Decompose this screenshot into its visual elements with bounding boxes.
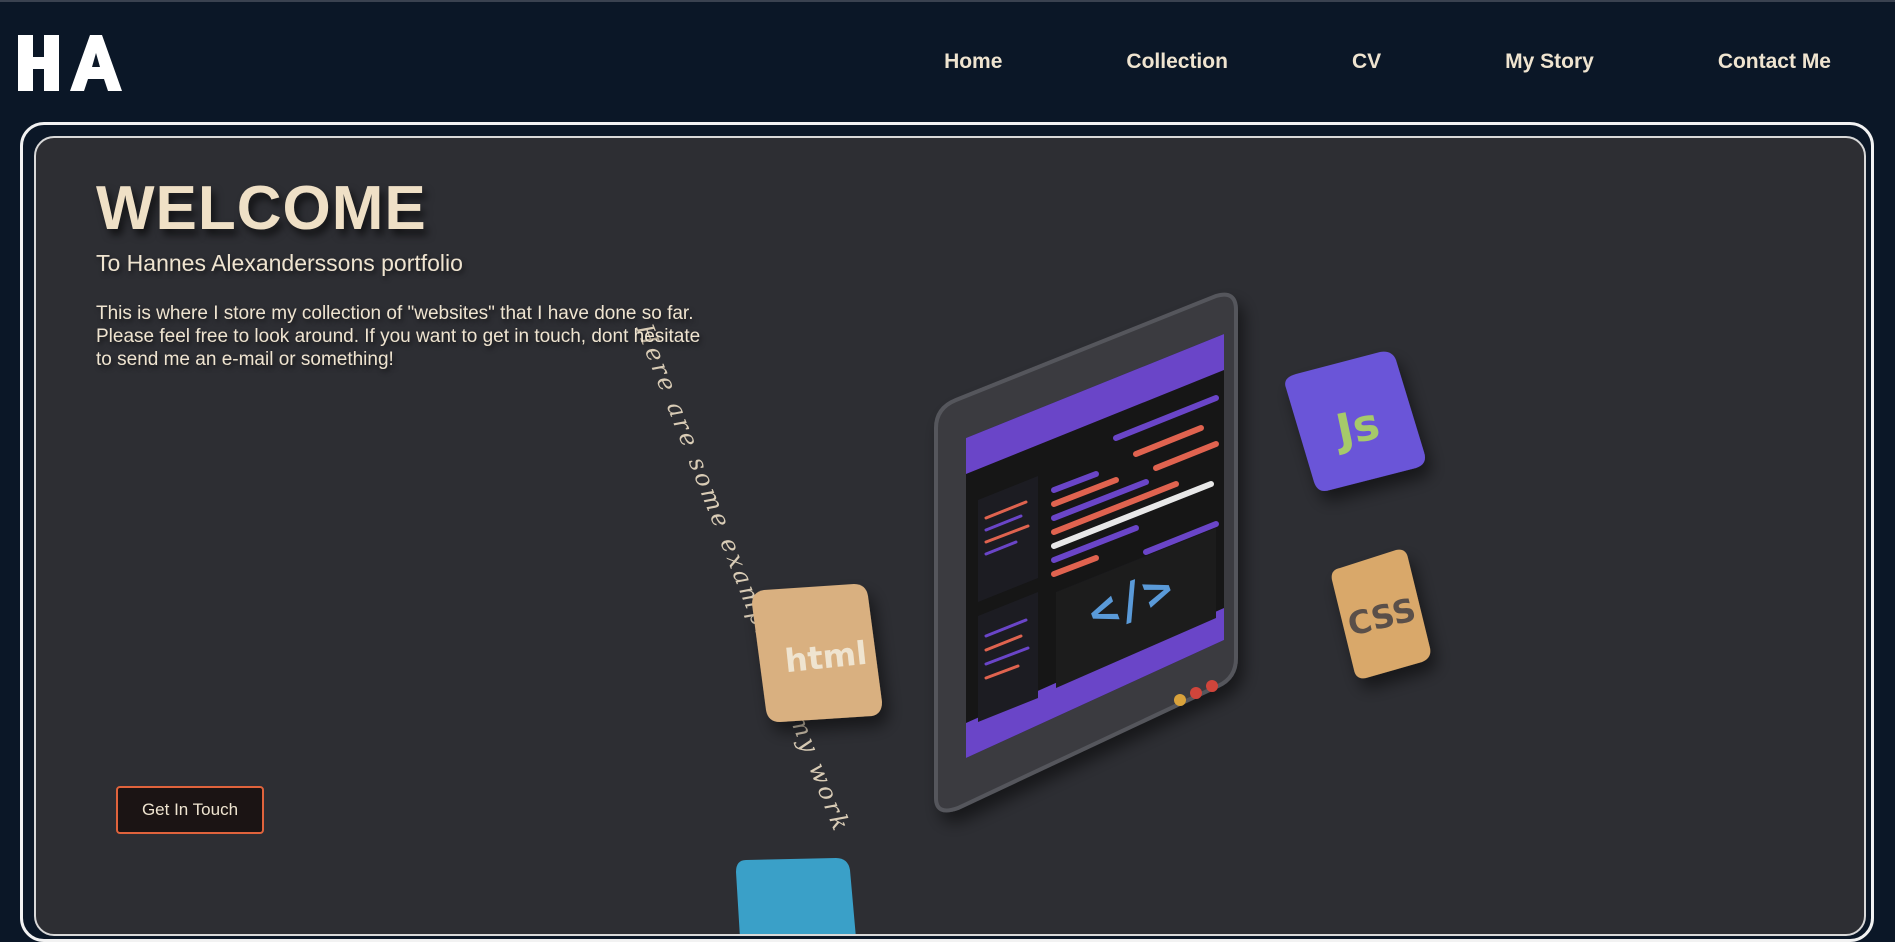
intro-text: This is where I store my collection of "… — [96, 303, 701, 370]
svg-text:</>: </> — [1080, 560, 1181, 642]
nav-home[interactable]: Home — [944, 50, 1002, 74]
main-nav: Home Collection CV My Story Contact Me — [820, 50, 1831, 74]
teal-badge — [736, 858, 856, 934]
page-title: WELCOME — [96, 174, 427, 243]
nav-cv[interactable]: CV — [1352, 50, 1381, 74]
get-in-touch-button[interactable]: Get In Touch — [116, 786, 264, 834]
js-badge: Js — [1285, 351, 1425, 491]
nav-collection[interactable]: Collection — [1126, 50, 1228, 74]
logo-icon[interactable] — [18, 33, 122, 93]
html-badge: html — [752, 584, 882, 722]
path-text: Here are some examples of my work — [630, 319, 856, 837]
html-badge-label: html — [783, 634, 869, 680]
monitor-illustration: </> — [934, 292, 1238, 813]
nav-contact-me[interactable]: Contact Me — [1718, 50, 1831, 74]
site-header: Home Collection CV My Story Contact Me — [0, 2, 1895, 120]
js-badge-label: Js — [1329, 398, 1384, 457]
page-subtitle: To Hannes Alexanderssons portfolio — [96, 250, 463, 276]
css-badge-label: CSS — [1344, 590, 1420, 643]
nav-my-story[interactable]: My Story — [1505, 50, 1594, 74]
hero-panel: Here are some examples of my work </> Js… — [34, 136, 1866, 936]
css-badge: CSS — [1331, 549, 1431, 679]
